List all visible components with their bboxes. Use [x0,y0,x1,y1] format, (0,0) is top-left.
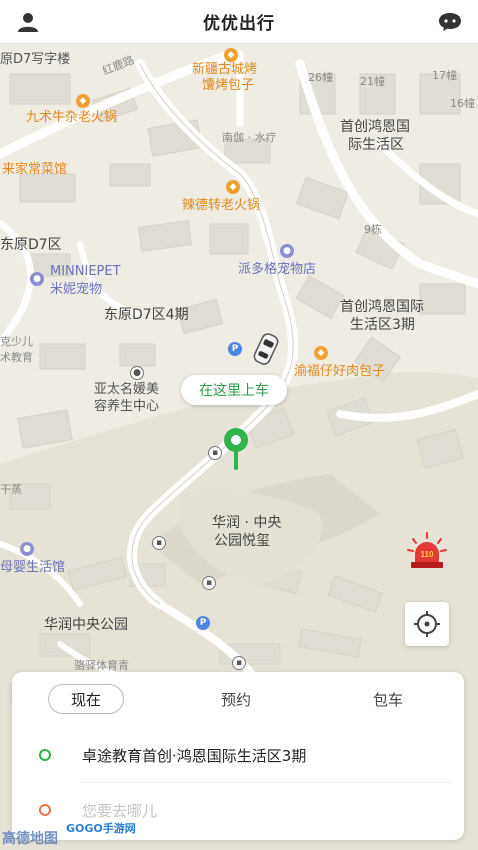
tab-now[interactable]: 现在 [48,684,124,714]
restaurant-icon: ◆ [314,346,328,360]
map-label: 容养生中心 [94,399,160,414]
map-label: 公园悦玺 [214,533,270,549]
map-label: 东原D7区4期 [104,307,189,323]
map-label: 馕烤包子 [202,78,255,93]
locate-button[interactable] [405,602,449,646]
restaurant-icon: ◆ [76,94,90,108]
map-label: 米妮宠物 [50,282,103,297]
map-label: 克少儿 [0,335,33,348]
map-label: 17幢 [432,69,457,82]
map-label: 21幢 [360,75,385,88]
destination-dot-icon [39,804,51,816]
app-header: 优优出行 [0,0,478,44]
shop-icon: ● [20,542,34,556]
salon-icon: ● [130,366,144,380]
map-label: 渝福仔好肉包子 [294,364,386,379]
restaurant-icon: ◆ [226,180,240,194]
police-alarm-button[interactable]: 110 [405,530,449,574]
map-label: 术教育 [0,351,33,364]
divider [82,782,452,783]
police-number: 110 [421,550,434,559]
site-watermark: GOGO手游网 [66,822,136,835]
bus-stop-icon: ▪ [232,656,246,670]
amap-logo: 高德地图 [2,831,58,847]
map-label: 华润中央公园 [44,617,128,633]
parking-icon: P [196,616,210,630]
bus-stop-icon: ▪ [152,536,166,550]
map-label: 亚太名媛美 [94,382,160,397]
map-label: 派多格宠物店 [238,262,317,277]
pickup-tooltip[interactable]: 在这里上车 [181,375,287,405]
destination-placeholder: 您要去哪儿 [82,801,158,820]
map-label: 南伽 · 水疗 [222,131,277,144]
map-label: 新疆古城烤 [192,62,258,77]
trip-panel: 现在 预约 包车 卓途教育首创·鸿恩国际生活区3期 您要去哪儿 [12,672,464,840]
bus-stop-icon: ▪ [202,576,216,590]
profile-button[interactable] [14,9,42,35]
parking-icon: P [228,342,242,356]
map-label: 16幢 [450,97,475,110]
message-button[interactable] [436,9,464,35]
trip-type-tabs: 现在 预约 包车 [12,684,464,714]
map-label: 际生活区 [348,137,404,153]
car-icon [253,333,279,365]
origin-dot-icon [39,749,51,761]
map-label: 辣德转老火锅 [182,198,261,213]
map-label: 华润 · 中央 [212,515,282,531]
chat-icon [439,13,461,31]
map-label: 九术牛杂老火锅 [26,110,118,125]
map-label: 26幢 [308,71,333,84]
crosshair-icon [414,611,440,637]
siren-icon: 110 [407,532,447,568]
map-label: 来家常菜馆 [2,162,68,177]
page-title: 优优出行 [203,14,275,34]
map-label: 9栋 [364,223,382,236]
map-label: 首创鸿恩国际 [340,299,424,315]
map-label: 首创鸿恩国 [340,119,410,135]
map-label: 干蒸 [0,483,22,496]
tab-charter[interactable]: 包车 [350,684,426,714]
map-label: 母婴生活馆 [0,560,66,575]
pickup-pin-icon[interactable] [220,426,252,472]
map-label: 原D7写字楼 [0,52,71,67]
origin-field[interactable]: 卓途教育首创·鸿恩国际生活区3期 [12,731,464,779]
pet-shop-icon: ● [280,244,294,258]
map-label: 东原D7区 [0,237,62,253]
user-icon [18,13,38,32]
origin-text: 卓途教育首创·鸿恩国际生活区3期 [82,746,307,765]
restaurant-icon: ◆ [224,48,238,62]
map-label: 生活区3期 [350,317,415,333]
tab-reserve[interactable]: 预约 [198,684,274,714]
pet-shop-icon: ● [30,272,44,286]
map-label: MINNIEPET [50,264,121,279]
